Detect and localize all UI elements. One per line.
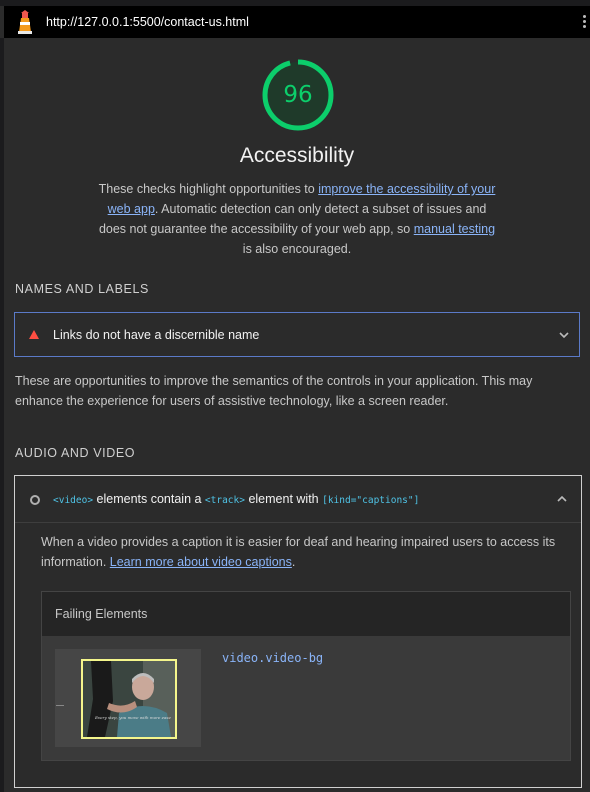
audit-description: When a video provides a caption it is ea… <box>41 532 561 572</box>
audit-header[interactable]: <video> elements contain a <track> eleme… <box>15 476 581 523</box>
category-desc-text: These checks highlight opportunities to <box>98 182 319 196</box>
chevron-up-icon <box>557 495 567 502</box>
audit-title: <video> elements contain a <track> eleme… <box>53 492 419 506</box>
chevron-down-icon <box>559 332 569 339</box>
node-selector[interactable]: video.video-bg <box>222 651 323 665</box>
audit-video-caption: <video> elements contain a <track> eleme… <box>14 475 582 788</box>
code-track: <track> <box>204 495 245 506</box>
lighthouse-icon <box>18 10 32 34</box>
failing-elements-table: Failing Elements Every step, you move wi… <box>41 591 571 761</box>
group-title-audio-video: AUDIO AND VIDEO <box>15 446 136 460</box>
audit-title-text: element with <box>244 492 323 506</box>
failing-elements-header: Failing Elements <box>42 592 570 637</box>
video-caption-text: Every step, you move with more ease <box>95 715 171 720</box>
category-title: Accessibility <box>239 144 355 167</box>
highlighted-element: Every step, you move with more ease <box>81 659 177 739</box>
element-screenshot[interactable]: Every step, you move with more ease <box>55 649 201 747</box>
report-panel: 96 Accessibility These checks highlight … <box>4 38 590 792</box>
audit-desc-text: . <box>291 555 296 569</box>
video-frame-image <box>83 661 175 737</box>
video-captions-link[interactable]: Learn more about video captions <box>110 555 292 569</box>
group-title-names-labels: NAMES AND LABELS <box>15 282 149 296</box>
fail-triangle-icon <box>29 330 39 339</box>
thumbnail-marker <box>56 705 64 706</box>
table-row: Every step, you move with more ease vide… <box>42 636 570 760</box>
audit-link-name[interactable]: Links do not have a discernible name <box>14 312 580 357</box>
code-kind-captions: [kind="captions"] <box>322 495 420 506</box>
audit-title: Links do not have a discernible name <box>53 328 260 342</box>
manual-testing-link[interactable]: manual testing <box>414 222 495 236</box>
category-desc-text: is also encouraged. <box>242 242 352 256</box>
group-description: These are opportunities to improve the s… <box>15 374 533 408</box>
page-url: http://127.0.0.1:5500/contact-us.html <box>46 15 249 29</box>
failing-elements-label: Failing Elements <box>55 607 148 621</box>
kebab-menu-icon[interactable] <box>582 15 588 31</box>
circle-icon <box>30 495 40 505</box>
audit-title-text: elements contain a <box>93 492 205 506</box>
category-description: These checks highlight opportunities to … <box>96 179 498 259</box>
code-video: <video> <box>53 495 94 506</box>
score-value: 96 <box>283 82 313 108</box>
url-bar: http://127.0.0.1:5500/contact-us.html <box>4 6 590 39</box>
